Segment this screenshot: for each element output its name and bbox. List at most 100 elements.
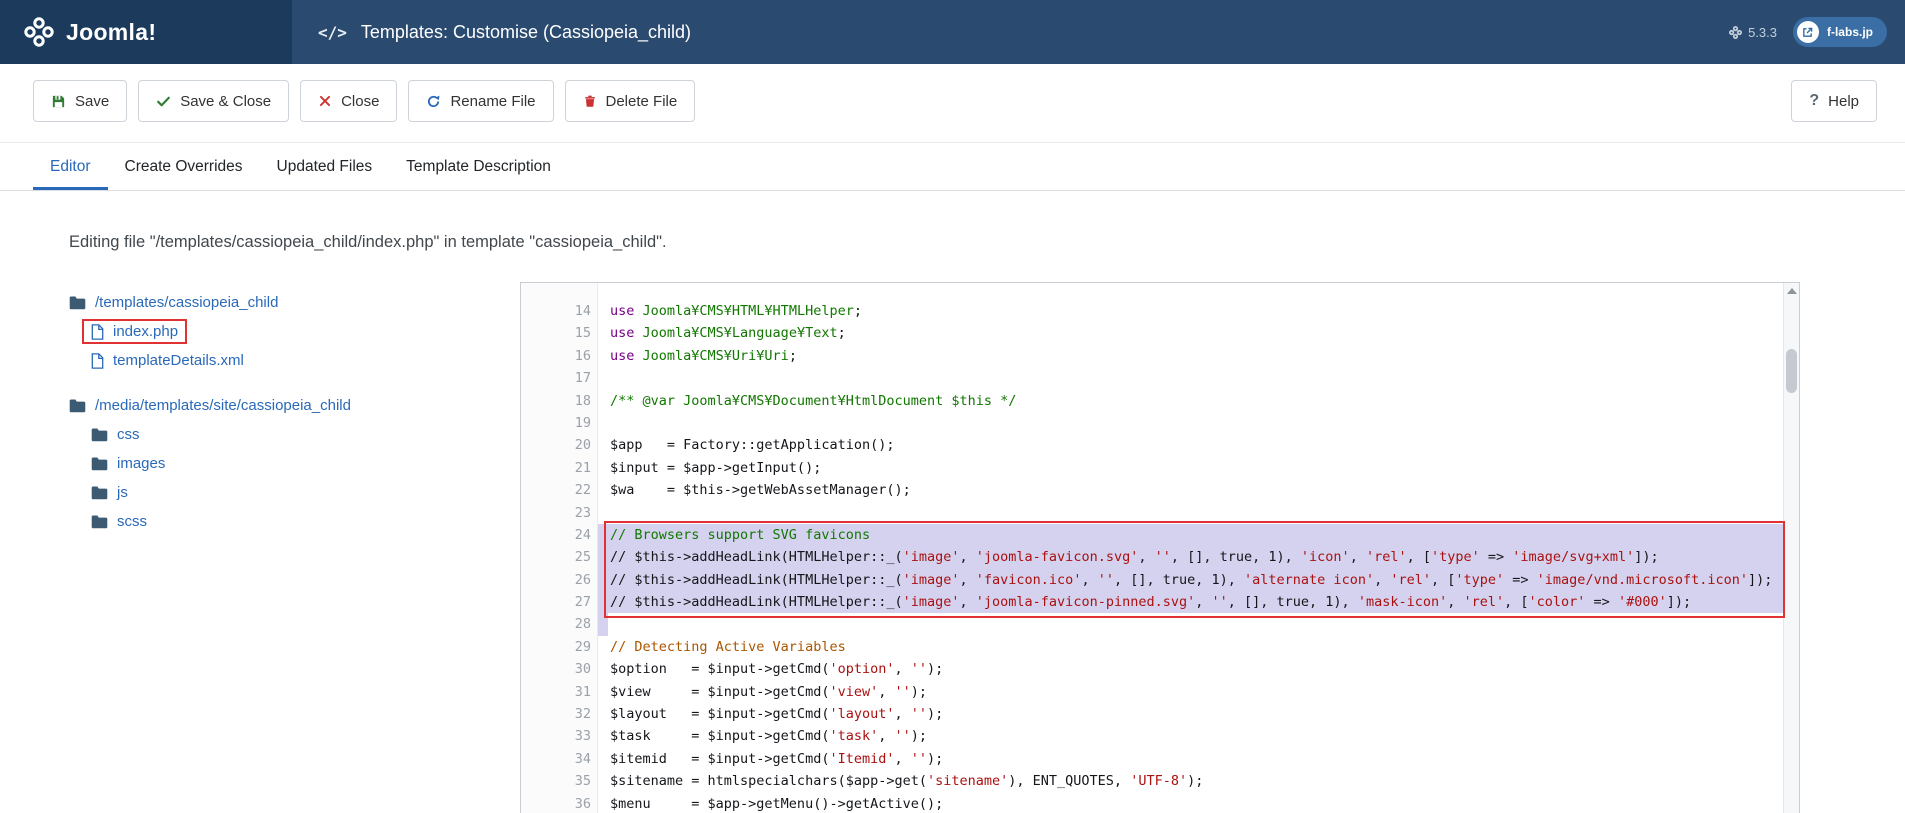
tree-item-js[interactable]: js (84, 482, 135, 503)
save-icon (51, 94, 66, 109)
version-number: 5.3.3 (1748, 25, 1777, 40)
delete-file-button[interactable]: Delete File (565, 80, 696, 122)
tab-template-description[interactable]: Template Description (389, 143, 568, 190)
scrollbar-up-arrow-icon[interactable] (1787, 288, 1797, 294)
line-number: 23 (521, 502, 598, 524)
line-number: 26 (521, 569, 598, 591)
tree-item-label: images (117, 455, 165, 472)
line-number: 32 (521, 703, 598, 725)
code-line[interactable]: 16use Joomla¥CMS¥Uri¥Uri; (521, 345, 1783, 367)
code-line[interactable]: 22$wa = $this->getWebAssetManager(); (521, 479, 1783, 501)
editor-page: Editing file "/templates/cassiopeia_chil… (0, 191, 1905, 813)
line-content (598, 613, 1783, 635)
line-number: 22 (521, 479, 598, 501)
code-line[interactable]: 30$option = $input->getCmd('option', '')… (521, 658, 1783, 680)
tree-item-label: scss (117, 513, 147, 530)
page-heading: </> Templates: Customise (Cassiopeia_chi… (318, 0, 691, 64)
help-icon: ? (1809, 92, 1819, 110)
folder-icon (69, 398, 86, 413)
tree-item-templatedetails-xml[interactable]: templateDetails.xml (84, 350, 251, 371)
line-number: 15 (521, 322, 598, 344)
code-line[interactable]: 27// $this->addHeadLink(HTMLHelper::_('i… (521, 591, 1783, 613)
code-editor[interactable]: 14use Joomla¥CMS¥HTML¥HTMLHelper;15use J… (520, 282, 1800, 813)
code-line[interactable]: 31$view = $input->getCmd('view', ''); (521, 681, 1783, 703)
tree-item-label: js (117, 484, 128, 501)
code-line[interactable]: 25// $this->addHeadLink(HTMLHelper::_('i… (521, 546, 1783, 568)
tree-item-media-templates-site-cassiopeia-child[interactable]: /media/templates/site/cassiopeia_child (62, 395, 358, 416)
code-icon: </> (318, 23, 347, 42)
tree-row: index.php (69, 317, 520, 346)
line-number: 31 (521, 681, 598, 703)
code-line[interactable]: 20$app = Factory::getApplication(); (521, 434, 1783, 456)
save-close-button[interactable]: Save & Close (138, 80, 289, 122)
joomla-logo-icon (24, 17, 54, 47)
rename-file-button[interactable]: Rename File (408, 80, 553, 122)
code-line[interactable]: 18/** @var Joomla¥CMS¥Document¥HtmlDocum… (521, 390, 1783, 412)
code-lines: 14use Joomla¥CMS¥HTML¥HTMLHelper;15use J… (521, 283, 1783, 813)
joomla-brand[interactable]: Joomla! (0, 0, 292, 64)
code-line[interactable]: 33$task = $input->getCmd('task', ''); (521, 725, 1783, 747)
line-content (598, 412, 1783, 434)
tree-item-templates-cassiopeia-child[interactable]: /templates/cassiopeia_child (62, 292, 285, 313)
tree-item-label: /media/templates/site/cassiopeia_child (95, 397, 351, 414)
site-preview-button[interactable]: f-labs.jp (1793, 17, 1887, 47)
tree-item-label: templateDetails.xml (113, 352, 244, 369)
line-content: $input = $app->getInput(); (598, 457, 1783, 479)
code-line[interactable]: 34$itemid = $input->getCmd('Itemid', '')… (521, 748, 1783, 770)
code-line[interactable]: 24// Browsers support SVG favicons (521, 524, 1783, 546)
brand-wordmark: Joomla! (66, 19, 156, 46)
folder-icon (69, 295, 86, 310)
file-icon (91, 324, 104, 340)
tree-item-scss[interactable]: scss (84, 511, 154, 532)
editing-file-note: Editing file "/templates/cassiopeia_chil… (69, 233, 1905, 252)
code-line[interactable]: 15use Joomla¥CMS¥Language¥Text; (521, 322, 1783, 344)
line-content: use Joomla¥CMS¥Uri¥Uri; (598, 345, 1783, 367)
line-number: 27 (521, 591, 598, 613)
tree-item-label: index.php (113, 323, 178, 340)
line-number: 19 (521, 412, 598, 434)
code-line[interactable]: 14use Joomla¥CMS¥HTML¥HTMLHelper; (521, 300, 1783, 322)
code-line[interactable]: 35$sitename = htmlspecialchars($app->get… (521, 770, 1783, 792)
code-line[interactable]: 23 (521, 502, 1783, 524)
line-content: // $this->addHeadLink(HTMLHelper::_('ima… (598, 569, 1783, 591)
code-line[interactable]: 28 (521, 613, 1783, 635)
tree-row: /templates/cassiopeia_child (69, 288, 520, 317)
tree-item-css[interactable]: css (84, 424, 147, 445)
line-content: use Joomla¥CMS¥HTML¥HTMLHelper; (598, 300, 1783, 322)
line-content: $option = $input->getCmd('option', ''); (598, 658, 1783, 680)
line-number: 33 (521, 725, 598, 747)
line-number: 17 (521, 367, 598, 389)
code-line[interactable]: 32$layout = $input->getCmd('layout', '')… (521, 703, 1783, 725)
line-content: $app = Factory::getApplication(); (598, 434, 1783, 456)
code-line[interactable]: 19 (521, 412, 1783, 434)
line-number: 36 (521, 793, 598, 813)
trash-icon (583, 94, 597, 109)
editor-scrollbar[interactable] (1783, 283, 1799, 813)
code-line[interactable]: 17 (521, 367, 1783, 389)
tab-create-overrides[interactable]: Create Overrides (108, 143, 260, 190)
close-button[interactable]: Close (300, 80, 397, 122)
line-content: $menu = $app->getMenu()->getActive(); (598, 793, 1783, 813)
scrollbar-thumb[interactable] (1786, 349, 1797, 393)
close-icon (318, 94, 332, 108)
tree-item-images[interactable]: images (84, 453, 172, 474)
folder-icon (91, 514, 108, 529)
save-button[interactable]: Save (33, 80, 127, 122)
tree-row: js (69, 478, 520, 507)
line-content: // Detecting Active Variables (598, 636, 1783, 658)
tab-editor[interactable]: Editor (33, 143, 108, 190)
line-number: 34 (521, 748, 598, 770)
line-content: $sitename = htmlspecialchars($app->get('… (598, 770, 1783, 792)
tree-item-index-php[interactable]: index.php (84, 321, 185, 342)
line-content: $itemid = $input->getCmd('Itemid', ''); (598, 748, 1783, 770)
tab-updated-files[interactable]: Updated Files (260, 143, 390, 190)
line-number: 30 (521, 658, 598, 680)
line-number: 35 (521, 770, 598, 792)
refresh-icon (426, 94, 441, 109)
help-button[interactable]: ? Help (1791, 80, 1877, 122)
code-line[interactable]: 36$menu = $app->getMenu()->getActive(); (521, 793, 1783, 813)
code-line[interactable]: 21$input = $app->getInput(); (521, 457, 1783, 479)
line-number: 29 (521, 636, 598, 658)
code-line[interactable]: 29// Detecting Active Variables (521, 636, 1783, 658)
code-line[interactable]: 26// $this->addHeadLink(HTMLHelper::_('i… (521, 569, 1783, 591)
